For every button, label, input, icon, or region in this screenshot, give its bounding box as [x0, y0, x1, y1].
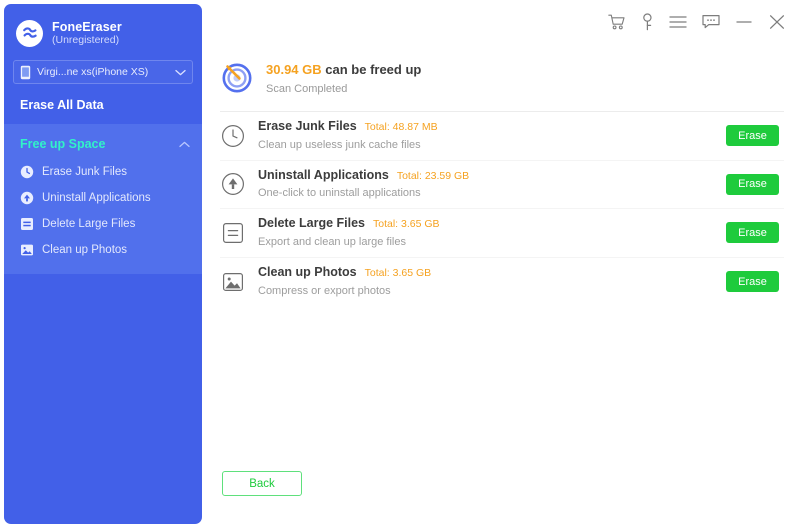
row-description: Compress or export photos	[258, 284, 391, 297]
table-row[interactable]: Clean up Photos Total: 3.65 GB Compress …	[220, 258, 784, 307]
clock-icon	[20, 165, 34, 179]
sidebar-item-clean-up-photos[interactable]: Clean up Photos	[4, 237, 202, 263]
row-texts: Uninstall Applications Total: 23.59 GB O…	[258, 167, 726, 202]
sidebar-section-header[interactable]: Free up Space	[4, 129, 202, 159]
row-description: One-click to uninstall applications	[258, 187, 421, 200]
row-title: Uninstall Applications	[258, 167, 389, 182]
table-row[interactable]: Delete Large Files Total: 3.65 GB Export…	[220, 209, 784, 258]
row-texts: Delete Large Files Total: 3.65 GB Export…	[258, 215, 726, 250]
titlebar-controls	[202, 0, 800, 44]
foneeraser-logo-icon	[16, 19, 43, 47]
brand-text: FoneEraser (Unregistered)	[52, 20, 122, 46]
clock-icon	[220, 123, 246, 149]
app-name: FoneEraser	[52, 19, 122, 34]
key-icon[interactable]	[641, 13, 654, 31]
erase-button[interactable]: Erase	[726, 222, 779, 244]
sidebar-item-label: Erase Junk Files	[42, 166, 128, 178]
arrow-up-circle-icon	[220, 171, 246, 197]
phone-icon	[20, 65, 31, 80]
scan-summary: 30.94 GB can be freed up Scan Completed	[202, 44, 800, 100]
row-title-line: Clean up Photos Total: 3.65 GB	[258, 264, 726, 282]
chevron-up-icon[interactable]	[179, 135, 190, 153]
sidebar-item-label: Uninstall Applications	[42, 192, 151, 204]
minimize-icon[interactable]	[735, 15, 753, 29]
row-description: Clean up useless junk cache files	[258, 138, 421, 151]
row-title-line: Uninstall Applications Total: 23.59 GB	[258, 167, 726, 185]
file-lines-icon	[220, 220, 246, 246]
row-title: Clean up Photos	[258, 265, 357, 280]
sidebar-item-uninstall-applications[interactable]: Uninstall Applications	[4, 185, 202, 211]
row-title: Delete Large Files	[258, 216, 365, 231]
device-name-label: Virgi...ne xs(iPhone XS)	[37, 66, 149, 78]
sidebar-item-label: Erase All Data	[20, 98, 104, 112]
scan-status: Scan Completed	[266, 82, 348, 95]
sidebar-section-title: Free up Space	[20, 137, 106, 151]
sidebar-item-erase-all-data[interactable]: Erase All Data	[4, 84, 202, 124]
sidebar-item-label: Delete Large Files	[42, 218, 136, 230]
row-title: Erase Junk Files	[258, 119, 357, 134]
scan-title: 30.94 GB can be freed up	[266, 61, 421, 79]
sidebar-item-erase-junk-files[interactable]: Erase Junk Files	[4, 159, 202, 185]
photo-icon	[20, 243, 34, 257]
scan-target-icon	[220, 60, 254, 99]
file-lines-icon	[20, 217, 34, 231]
scan-texts: 30.94 GB can be freed up Scan Completed	[266, 61, 421, 96]
row-total: Total: 3.65 GB	[364, 267, 432, 280]
row-title-line: Erase Junk Files Total: 48.87 MB	[258, 118, 726, 136]
row-total: Total: 23.59 GB	[396, 169, 470, 182]
chevron-down-icon[interactable]	[175, 69, 186, 76]
scan-title-rest: can be freed up	[321, 62, 422, 78]
sidebar-item-label: Clean up Photos	[42, 244, 128, 256]
row-texts: Erase Junk Files Total: 48.87 MB Clean u…	[258, 118, 726, 153]
erase-button[interactable]: Erase	[726, 125, 779, 147]
sidebar: FoneEraser (Unregistered) Virgi...ne xs(…	[4, 4, 202, 524]
row-title-line: Delete Large Files Total: 3.65 GB	[258, 215, 726, 233]
device-selector[interactable]: Virgi...ne xs(iPhone XS)	[13, 60, 193, 84]
footer-actions: Back	[202, 471, 800, 496]
sidebar-item-delete-large-files[interactable]: Delete Large Files	[4, 211, 202, 237]
brand: FoneEraser (Unregistered)	[4, 4, 202, 50]
table-row[interactable]: Uninstall Applications Total: 23.59 GB O…	[220, 161, 784, 209]
feature-list: Erase Junk Files Total: 48.87 MB Clean u…	[202, 112, 800, 306]
scan-amount: 30.94 GB	[266, 62, 322, 78]
photo-icon	[220, 269, 246, 295]
erase-button[interactable]: Erase	[726, 271, 779, 293]
row-texts: Clean up Photos Total: 3.65 GB Compress …	[258, 264, 726, 299]
feedback-icon[interactable]	[702, 14, 720, 30]
close-icon[interactable]	[768, 14, 786, 30]
cart-icon[interactable]	[608, 14, 626, 31]
main-content: 30.94 GB can be freed up Scan Completed …	[202, 44, 800, 530]
row-total: Total: 3.65 GB	[373, 218, 440, 231]
arrow-up-circle-icon	[20, 191, 34, 205]
back-button[interactable]: Back	[222, 471, 302, 496]
row-total: Total: 48.87 MB	[364, 121, 438, 134]
table-row[interactable]: Erase Junk Files Total: 48.87 MB Clean u…	[220, 112, 784, 161]
erase-button[interactable]: Erase	[726, 173, 779, 195]
registration-status: (Unregistered)	[52, 34, 120, 47]
row-description: Export and clean up large files	[258, 235, 406, 248]
menu-icon[interactable]	[669, 15, 687, 29]
app-window: FoneEraser (Unregistered) Virgi...ne xs(…	[0, 0, 800, 530]
sidebar-section-free-up-space: Free up Space Erase Junk Files Uninstall…	[4, 124, 202, 274]
